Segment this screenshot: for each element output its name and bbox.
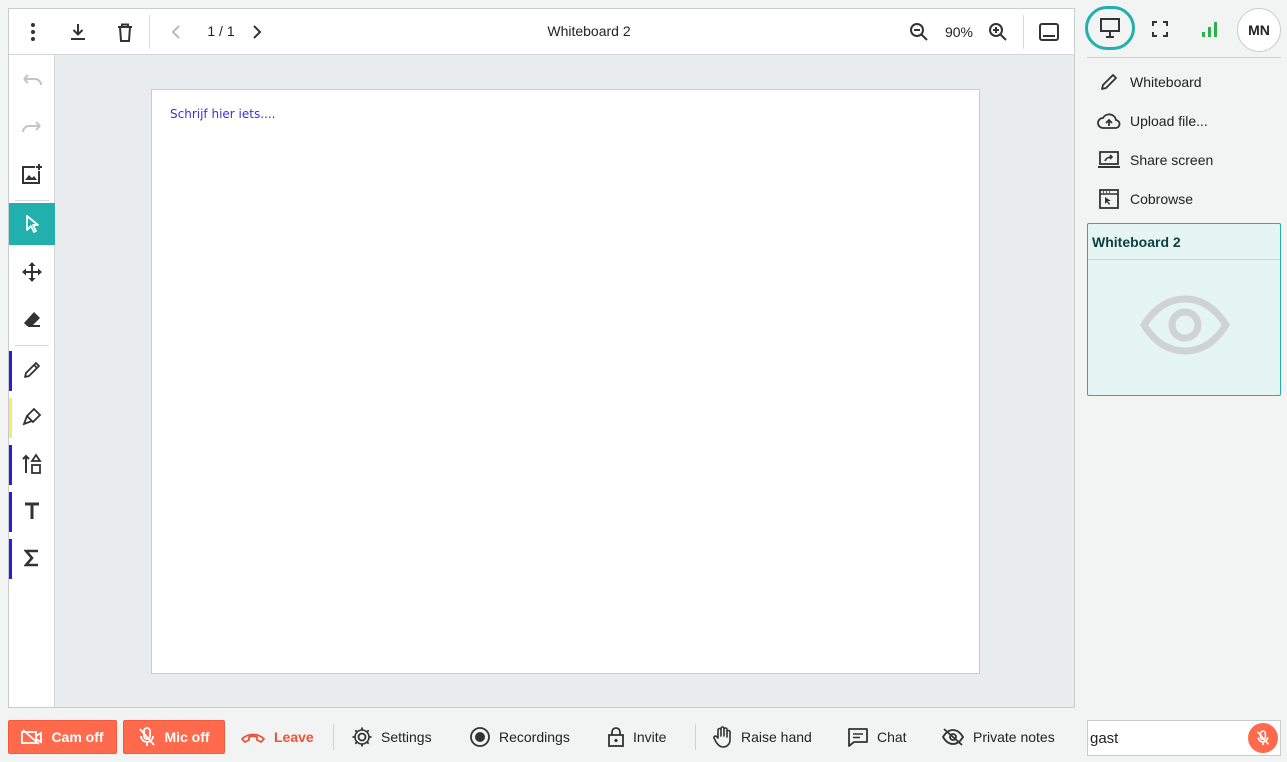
zoom-level: 90%	[944, 24, 974, 40]
undo-icon[interactable]	[9, 59, 55, 101]
menu-whiteboard[interactable]: Whiteboard	[1095, 68, 1202, 96]
presentation-button[interactable]	[1085, 6, 1135, 50]
more-options-icon[interactable]	[21, 20, 45, 44]
whiteboard-card[interactable]: Whiteboard 2	[1087, 223, 1281, 396]
sigma-icon	[24, 549, 38, 567]
whiteboard-title: Whiteboard 2	[547, 23, 631, 39]
pen-tool[interactable]	[9, 349, 55, 391]
private-notes-button[interactable]: Private notes	[941, 720, 1055, 754]
move-icon[interactable]	[9, 251, 55, 293]
cloud-upload-icon	[1095, 109, 1123, 133]
invite-button[interactable]: Invite	[607, 720, 666, 754]
leave-button[interactable]: Leave	[240, 720, 314, 754]
menu-cobrowse[interactable]: Cobrowse	[1095, 185, 1193, 213]
menu-share-screen[interactable]: Share screen	[1095, 146, 1213, 174]
bottom-control-bar: Cam off Mic off Leave Settings Recording…	[0, 712, 1080, 762]
hang-up-icon	[240, 731, 266, 743]
tool-sidebar	[9, 55, 55, 707]
next-page-icon[interactable]	[245, 20, 269, 44]
page-indicator: 1 / 1	[207, 23, 235, 39]
mic-off-icon	[138, 727, 156, 747]
whiteboard-card-title: Whiteboard 2	[1092, 234, 1181, 250]
presentation-icon	[1100, 18, 1120, 38]
canvas-text[interactable]: Schrijf hier iets....	[170, 107, 275, 121]
add-image-icon[interactable]	[9, 153, 55, 195]
whiteboard-frame: 1 / 1 Whiteboard 2 90% Schrijf hier iets…	[8, 8, 1075, 708]
signal-strength-icon	[1200, 18, 1220, 40]
zoom-in-icon[interactable]	[986, 20, 1010, 44]
mic-off-button[interactable]: Mic off	[123, 720, 225, 754]
hand-icon	[713, 726, 733, 748]
menu-upload-file[interactable]: Upload file...	[1095, 107, 1208, 135]
recordings-button[interactable]: Recordings	[469, 720, 570, 754]
whiteboard-canvas[interactable]: Schrijf hier iets....	[151, 89, 980, 674]
cam-off-button[interactable]: Cam off	[8, 720, 117, 754]
cobrowse-icon	[1095, 187, 1123, 211]
lock-icon	[607, 726, 625, 748]
highlighter-icon	[22, 407, 42, 426]
mic-off-icon	[1256, 730, 1270, 745]
text-icon	[25, 502, 39, 519]
user-avatar[interactable]: MN	[1237, 8, 1281, 52]
shapes-icon	[22, 453, 42, 474]
highlighter-tool[interactable]	[9, 396, 55, 438]
raise-hand-button[interactable]: Raise hand	[713, 720, 812, 754]
pencil-icon	[1095, 70, 1123, 94]
select-pointer-icon[interactable]	[9, 203, 55, 245]
fullscreen-icon[interactable]	[1150, 18, 1170, 40]
eye-icon	[1139, 294, 1231, 361]
download-icon[interactable]	[66, 20, 90, 44]
gear-icon	[351, 726, 373, 748]
toggle-panel-icon[interactable]	[1037, 20, 1061, 44]
record-icon	[469, 726, 491, 748]
whiteboard-toolbar: 1 / 1 Whiteboard 2 90%	[9, 9, 1074, 55]
pencil-icon	[24, 362, 40, 378]
text-tool[interactable]	[9, 490, 55, 532]
previous-page-icon[interactable]	[164, 20, 188, 44]
mic-off-indicator[interactable]	[1248, 723, 1278, 753]
eye-off-icon	[941, 728, 965, 746]
share-screen-icon	[1095, 148, 1123, 172]
eraser-icon[interactable]	[9, 298, 55, 340]
settings-button[interactable]: Settings	[351, 720, 432, 754]
formula-tool[interactable]	[9, 537, 55, 579]
trash-icon[interactable]	[113, 20, 137, 44]
chat-icon	[847, 727, 869, 747]
shapes-tool[interactable]	[9, 443, 55, 485]
camera-off-icon	[21, 729, 43, 745]
zoom-out-icon[interactable]	[907, 20, 931, 44]
chat-button[interactable]: Chat	[847, 720, 907, 754]
redo-icon[interactable]	[9, 106, 55, 148]
